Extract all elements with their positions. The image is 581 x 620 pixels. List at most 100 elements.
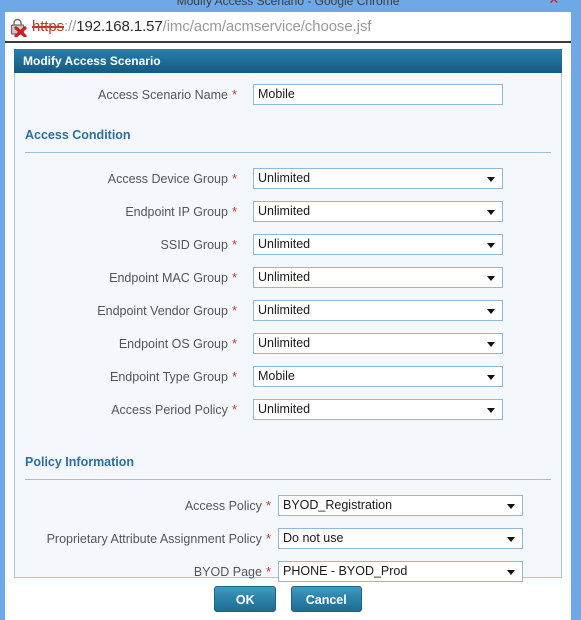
url-path: /imc/acm/acmservice/choose.jsf — [162, 18, 372, 35]
label-text: SSID Group — [160, 238, 228, 252]
select-endpoint-ip-group[interactable]: Unlimited — [253, 201, 503, 222]
url-text: https://192.168.1.57/imc/acm/acmservice/… — [32, 18, 371, 35]
form-row-endpoint-os-group: Endpoint OS Group * Unlimited — [15, 333, 561, 366]
panel-title-bar: Modify Access Scenario — [14, 49, 562, 73]
chevron-down-icon — [487, 342, 495, 347]
browser-window: Modify Access Scenario - Google Chrome ✕… — [0, 0, 581, 620]
page-title: Modify Access Scenario — [23, 54, 161, 68]
input-access-scenario-name[interactable]: Mobile — [253, 84, 503, 105]
url-scheme: https — [32, 18, 65, 35]
url-host: 192.168.1.57 — [76, 18, 163, 35]
form-row-endpoint-type-group: Endpoint Type Group * Mobile — [15, 366, 561, 399]
label-endpoint-vendor-group: Endpoint Vendor Group * — [15, 300, 237, 322]
cancel-button[interactable]: Cancel — [290, 586, 362, 612]
label-text: Access Device Group — [107, 172, 228, 186]
required-marker: * — [265, 498, 271, 513]
chevron-down-icon — [487, 309, 495, 314]
select-access-policy[interactable]: BYOD_Registration — [278, 495, 523, 516]
label-endpoint-ip-group: Endpoint IP Group * — [15, 201, 237, 223]
form-row-endpoint-ip-group: Endpoint IP Group * Unlimited — [15, 201, 561, 234]
select-endpoint-type-group[interactable]: Mobile — [253, 366, 503, 387]
form-row-access-scenario-name: Access Scenario Name * Mobile — [15, 84, 561, 117]
select-byod-page[interactable]: PHONE - BYOD_Prod — [278, 561, 523, 582]
address-bar[interactable]: https://192.168.1.57/imc/acm/acmservice/… — [5, 12, 571, 43]
select-value: Unlimited — [258, 270, 311, 284]
chevron-down-icon — [507, 537, 515, 542]
section-divider-policy-information — [25, 479, 551, 480]
chevron-down-icon — [487, 408, 495, 413]
chevron-down-icon — [487, 243, 495, 248]
select-value: Unlimited — [258, 402, 311, 416]
select-value: Do not use — [283, 531, 344, 545]
required-marker: * — [231, 270, 237, 285]
label-text: Access Scenario Name — [98, 88, 228, 102]
url-separator: :// — [64, 18, 77, 35]
select-value: BYOD_Registration — [283, 498, 393, 512]
close-icon[interactable]: ✕ — [541, 0, 567, 6]
required-marker: * — [231, 303, 237, 318]
select-access-period-policy[interactable]: Unlimited — [253, 399, 503, 420]
required-marker: * — [231, 87, 237, 102]
label-proprietary-attribute-assignment-policy: Proprietary Attribute Assignment Policy * — [15, 528, 271, 550]
label-endpoint-type-group: Endpoint Type Group * — [15, 366, 237, 388]
dialog-button-bar: OK Cancel — [5, 586, 571, 612]
label-access-policy: Access Policy * — [15, 495, 271, 517]
label-endpoint-os-group: Endpoint OS Group * — [15, 333, 237, 355]
required-marker: * — [231, 204, 237, 219]
ok-button[interactable]: OK — [214, 586, 277, 612]
label-text: Access Policy — [184, 499, 262, 513]
label-ssid-group: SSID Group * — [15, 234, 237, 256]
form-row-access-device-group: Access Device Group * Unlimited — [15, 168, 561, 201]
select-endpoint-mac-group[interactable]: Unlimited — [253, 267, 503, 288]
label-access-device-group: Access Device Group * — [15, 168, 237, 190]
select-ssid-group[interactable]: Unlimited — [253, 234, 503, 255]
form-row-access-period-policy: Access Period Policy * Unlimited — [15, 399, 561, 432]
select-value: Unlimited — [258, 204, 311, 218]
section-divider-access-condition — [25, 152, 551, 153]
label-text: Proprietary Attribute Assignment Policy — [46, 532, 262, 546]
select-value: Unlimited — [258, 171, 311, 185]
label-text: Endpoint MAC Group — [109, 271, 228, 285]
select-endpoint-os-group[interactable]: Unlimited — [253, 333, 503, 354]
chevron-down-icon — [487, 177, 495, 182]
select-access-device-group[interactable]: Unlimited — [253, 168, 503, 189]
required-marker: * — [231, 402, 237, 417]
required-marker: * — [231, 237, 237, 252]
label-byod-page: BYOD Page * — [15, 561, 271, 583]
select-value: Unlimited — [258, 237, 311, 251]
required-marker: * — [265, 531, 271, 546]
label-text: Access Period Policy — [111, 403, 228, 417]
section-title-access-condition: Access Condition — [25, 128, 131, 142]
chevron-down-icon — [487, 276, 495, 281]
required-marker: * — [231, 336, 237, 351]
select-value: PHONE - BYOD_Prod — [283, 564, 408, 578]
chevron-down-icon — [487, 210, 495, 215]
form-panel: Access Scenario Name * Mobile Access Cond… — [14, 73, 562, 582]
label-text: Endpoint IP Group — [125, 205, 228, 219]
required-marker: * — [265, 564, 271, 579]
broken-https-lock-icon[interactable] — [8, 17, 30, 38]
page-content: Modify Access Scenario Access Scenario N… — [5, 43, 571, 620]
select-value: Mobile — [258, 369, 295, 383]
label-text: Endpoint OS Group — [118, 337, 228, 351]
chevron-down-icon — [487, 375, 495, 380]
label-access-period-policy: Access Period Policy * — [15, 399, 237, 421]
browser-titlebar: Modify Access Scenario - Google Chrome ✕ — [5, 0, 571, 12]
form-row-access-policy: Access Policy * BYOD_Registration — [15, 495, 561, 528]
label-text: BYOD Page — [193, 565, 262, 579]
required-marker: * — [231, 369, 237, 384]
required-marker: * — [231, 171, 237, 186]
form-row-endpoint-mac-group: Endpoint MAC Group * Unlimited — [15, 267, 561, 300]
chevron-down-icon — [507, 504, 515, 509]
select-value: Unlimited — [258, 336, 311, 350]
chevron-down-icon — [507, 570, 515, 575]
form-row-ssid-group: SSID Group * Unlimited — [15, 234, 561, 267]
select-proprietary-attribute-assignment-policy[interactable]: Do not use — [278, 528, 523, 549]
window-title: Modify Access Scenario - Google Chrome — [176, 0, 400, 8]
form-row-proprietary-attribute-assignment-policy: Proprietary Attribute Assignment Policy *… — [15, 528, 561, 561]
select-endpoint-vendor-group[interactable]: Unlimited — [253, 300, 503, 321]
label-text: Endpoint Type Group — [110, 370, 228, 384]
section-title-policy-information: Policy Information — [25, 455, 135, 469]
label-access-scenario-name: Access Scenario Name * — [15, 84, 237, 106]
select-value: Unlimited — [258, 303, 311, 317]
